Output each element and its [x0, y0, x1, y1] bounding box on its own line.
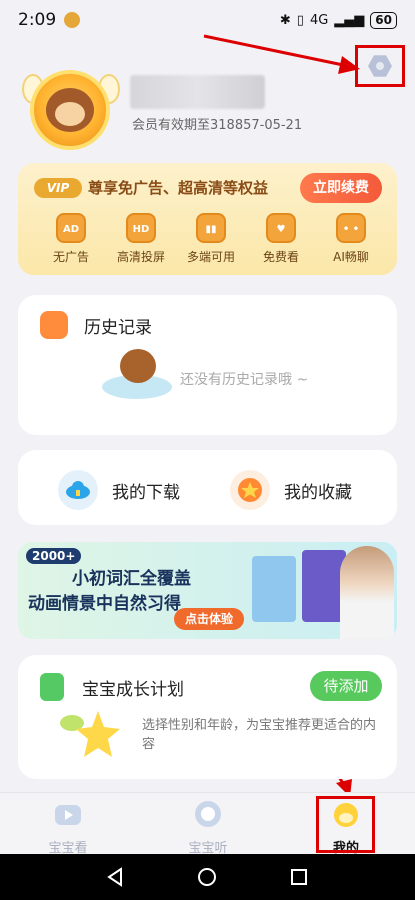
growth-description: 选择性别和年龄，为宝宝推荐更适合的内容: [142, 718, 377, 752]
downloads-label: 我的下载: [112, 482, 180, 503]
hd-icon: HD: [126, 213, 156, 243]
network-label: 4G: [309, 12, 329, 28]
app-notification-icon: [64, 12, 81, 28]
vip-badge: VIP: [34, 178, 82, 198]
username-blurred: [130, 75, 265, 109]
history-card[interactable]: 历史记录 还没有历史记录哦 ~: [18, 295, 397, 435]
monkey-mascot-icon: [46, 88, 94, 132]
cloud-download-icon: [58, 470, 98, 510]
perk-label: AI畅聊: [333, 250, 369, 264]
system-nav-bar: [0, 854, 415, 900]
growth-plan-card[interactable]: 宝宝成长计划 待添加 选择性别和年龄，为宝宝推荐更适合的内容: [18, 655, 397, 779]
settings-button[interactable]: [355, 45, 405, 87]
vip-expiry: 会员有效期至318857-05-21: [132, 118, 303, 133]
promo-banner[interactable]: 2000+ 小初词汇全覆盖 动画情景中自然习得 点击体验: [18, 542, 397, 639]
banner-line1: 小初词汇全覆盖: [72, 569, 191, 589]
history-icon: [40, 311, 68, 339]
shortcuts-card: 我的下载 我的收藏: [18, 450, 397, 525]
bluey-book-image: [252, 556, 296, 622]
favorites-label: 我的收藏: [284, 482, 352, 503]
perk-multi-device[interactable]: ▮▮ 多端可用: [176, 213, 246, 265]
perk-no-ads[interactable]: AD 无广告: [36, 213, 106, 265]
bluetooth-icon: ✱: [279, 12, 291, 28]
renew-button[interactable]: 立即续费: [300, 173, 382, 203]
star-sprout-icon: [60, 711, 120, 757]
favorites-button[interactable]: 我的收藏: [230, 470, 352, 510]
teacher-image: [340, 546, 394, 639]
vibrate-icon: ▯: [296, 12, 304, 28]
recents-icon[interactable]: [288, 866, 310, 888]
tab-watch[interactable]: 宝宝看: [28, 799, 108, 856]
perk-label: 无广告: [52, 250, 89, 264]
vip-card[interactable]: VIP 尊享免广告、超高清等权益 立即续费 AD 无广告 HD 高清投屏 ▮▮ …: [18, 163, 397, 275]
vip-title: 尊享免广告、超高清等权益: [88, 179, 269, 197]
signal-icon: ▂▄▆: [334, 12, 365, 28]
banner-tag: 2000+: [26, 548, 82, 564]
multi-device-icon: ▮▮: [196, 213, 226, 243]
perk-label: 高清投屏: [116, 250, 165, 264]
back-icon[interactable]: [105, 866, 127, 888]
annotation-arrow-icon: [203, 34, 360, 74]
downloads-button[interactable]: 我的下载: [58, 470, 180, 510]
robot-icon: • •: [336, 213, 366, 243]
growth-plan-icon: [40, 673, 64, 701]
highlight-box: [316, 796, 375, 853]
tv-icon: [55, 805, 81, 825]
perk-free-watch[interactable]: ♥ 免费看: [246, 213, 316, 265]
battery-indicator: 60: [370, 11, 397, 29]
no-ads-icon: AD: [56, 213, 86, 243]
avatar[interactable]: [30, 70, 110, 150]
perk-label: 多端可用: [186, 250, 235, 264]
perk-label: 免费看: [262, 250, 299, 264]
growth-title: 宝宝成长计划: [82, 680, 184, 700]
history-title: 历史记录: [84, 318, 152, 338]
settings-hex-icon: [368, 55, 392, 77]
perk-hd-cast[interactable]: HD 高清投屏: [106, 213, 176, 265]
banner-cta-button[interactable]: 点击体验: [174, 608, 244, 630]
perk-ai-chat[interactable]: • • AI畅聊: [316, 213, 386, 265]
empty-monkey-illustration-icon: [98, 349, 174, 405]
status-time: 2:09: [18, 10, 57, 30]
tab-listen[interactable]: 宝宝听: [168, 799, 248, 856]
add-child-button[interactable]: 待添加: [310, 671, 382, 701]
heart-gift-icon: ♥: [266, 213, 296, 243]
star-favorite-icon: [230, 470, 270, 510]
home-icon[interactable]: [196, 866, 218, 888]
headphones-icon: [195, 801, 221, 827]
history-empty-text: 还没有历史记录哦 ~: [180, 372, 309, 388]
banner-line2: 动画情景中自然习得: [28, 594, 181, 614]
